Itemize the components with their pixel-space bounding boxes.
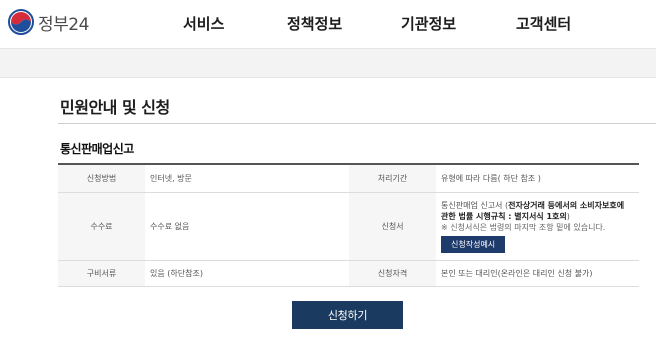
form-name-prefix: 통신판매업 신고서 ( (441, 200, 509, 210)
value-required-documents: 있음 (하단참조) (145, 260, 349, 287)
sample-form-button[interactable]: 신청작성예시 (441, 235, 506, 253)
title-divider (58, 123, 656, 124)
value-method: 인터넷, 방문 (145, 163, 349, 193)
label-fee: 수수료 (58, 192, 145, 261)
apply-button[interactable]: 신청하기 (292, 301, 403, 329)
nav-agency-info[interactable]: 기관정보 (401, 13, 456, 34)
nav-customer-center[interactable]: 고객센터 (516, 13, 571, 34)
section-title: 통신판매업신고 (60, 142, 134, 156)
form-name-suffix: ) (566, 211, 570, 221)
label-application-form: 신청서 (349, 192, 436, 261)
top-header: 정부24 서비스 정책정보 기관정보 고객센터 (0, 0, 656, 48)
main-navigation: 서비스 정책정보 기관정보 고객센터 (0, 13, 656, 37)
sub-header-bar (0, 48, 656, 78)
application-info-table: 신청방법 인터넷, 방문 처리기간 유형에 따라 다름( 하단 참조 ) 수수료… (58, 163, 639, 287)
page-title: 민원안내 및 신청 (60, 98, 170, 117)
label-required-documents: 구비서류 (58, 260, 145, 287)
label-eligibility: 신청자격 (349, 260, 436, 287)
table-row: 구비서류 있음 (하단참조) 신청자격 본인 또는 대리인(온라인은 대리인 신… (58, 260, 639, 287)
label-processing-period: 처리기간 (349, 163, 436, 193)
form-note: ※ 신청서식은 법령의 마지막 조항 밑에 있습니다. (441, 222, 606, 232)
nav-policy-info[interactable]: 정책정보 (287, 13, 342, 34)
nav-services[interactable]: 서비스 (183, 13, 224, 34)
value-eligibility: 본인 또는 대리인(온라인은 대리인 신청 불가) (436, 260, 639, 287)
table-row: 수수료 수수료 없음 신청서 통신판매업 신고서 (전자상거래 등에서의 소비자… (58, 192, 639, 261)
table-row: 신청방법 인터넷, 방문 처리기간 유형에 따라 다름( 하단 참조 ) (58, 163, 639, 193)
value-fee: 수수료 없음 (145, 192, 349, 261)
value-application-form: 통신판매업 신고서 (전자상거래 등에서의 소비자보호에 관한 법률 시행규칙 … (436, 192, 639, 261)
label-method: 신청방법 (58, 163, 145, 193)
value-processing-period: 유형에 따라 다름( 하단 참조 ) (436, 163, 639, 193)
